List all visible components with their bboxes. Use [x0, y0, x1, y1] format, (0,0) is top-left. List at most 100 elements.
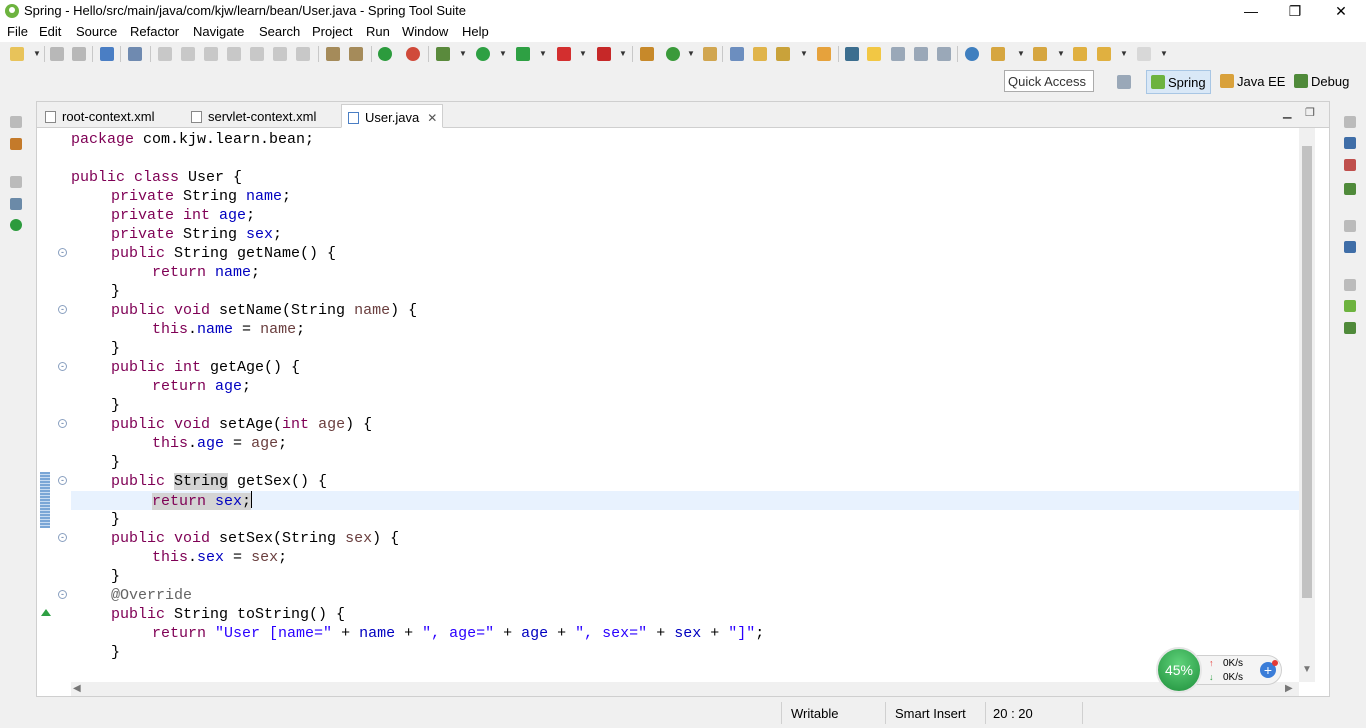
resume-icon[interactable] — [158, 47, 172, 61]
spring-boot-icon[interactable] — [406, 47, 420, 61]
suspend-icon[interactable] — [181, 47, 195, 61]
bug-icon[interactable] — [1344, 322, 1356, 334]
scroll-down-icon[interactable]: ▼ — [1302, 664, 1312, 675]
globe-icon[interactable] — [965, 47, 979, 61]
boot-dashboard-icon[interactable] — [10, 219, 22, 231]
fold-toggle[interactable]: - — [58, 419, 67, 428]
step-over-icon[interactable] — [273, 47, 287, 61]
new-icon[interactable] — [10, 47, 24, 61]
open-perspective-icon[interactable] — [1117, 75, 1131, 89]
print-icon[interactable] — [100, 47, 114, 61]
servers-icon[interactable] — [1344, 183, 1356, 195]
menu-edit[interactable]: Edit — [39, 24, 61, 39]
quick-diff-bar — [40, 472, 50, 528]
bug-icon[interactable] — [436, 47, 450, 61]
drop-frame-icon[interactable] — [326, 47, 340, 61]
tab-root-context-xml[interactable]: root-context.xml — [39, 104, 183, 128]
coverage-icon[interactable] — [516, 47, 530, 61]
maximize-view-icon[interactable]: ❐ — [1305, 106, 1315, 119]
menu-refactor[interactable]: Refactor — [130, 24, 179, 39]
toggle-mark-icon[interactable] — [845, 47, 859, 61]
power-icon[interactable] — [378, 47, 392, 61]
fold-toggle[interactable]: - — [58, 590, 67, 599]
web-icon[interactable] — [937, 47, 951, 61]
restore-icon[interactable] — [1344, 116, 1356, 128]
code-line: this.age = age; — [152, 435, 288, 452]
horizontal-scrollbar[interactable]: ◀ ▶ — [71, 682, 1299, 696]
menu-source[interactable]: Source — [76, 24, 117, 39]
fold-toggle[interactable]: - — [58, 248, 67, 257]
last-edit-icon[interactable] — [1073, 47, 1087, 61]
whitespace-icon[interactable] — [914, 47, 928, 61]
quick-access-field[interactable]: Quick Access — [1004, 70, 1094, 92]
perspective-spring[interactable]: Spring — [1146, 70, 1211, 94]
restore-icon[interactable] — [10, 116, 22, 128]
network-monitor-widget[interactable]: ↑ 0K/s ↓ 0K/s 45% + — [1156, 647, 1282, 693]
spring-explorer-icon[interactable] — [1344, 300, 1356, 312]
tab-servlet-context-xml[interactable]: servlet-context.xml — [185, 104, 339, 128]
fold-toggle[interactable]: - — [58, 305, 67, 314]
save-icon[interactable] — [50, 47, 64, 61]
debug-icon[interactable] — [128, 47, 142, 61]
menu-navigate[interactable]: Navigate — [193, 24, 244, 39]
step-into-icon[interactable] — [250, 47, 264, 61]
minimize-button[interactable]: — — [1228, 0, 1274, 22]
menu-file[interactable]: File — [7, 24, 28, 39]
perspective-java-ee[interactable]: Java EE — [1216, 70, 1289, 94]
next-annotation-icon[interactable] — [991, 47, 1005, 61]
stop-server-icon[interactable] — [557, 47, 571, 61]
forward-icon[interactable] — [1137, 47, 1151, 61]
code-area[interactable]: - - - - - - - package com.kjw.learn.bean… — [37, 128, 1299, 682]
close-tab-icon[interactable]: ✕ — [427, 111, 437, 125]
block-select-icon[interactable] — [891, 47, 905, 61]
menu-run[interactable]: Run — [366, 24, 390, 39]
scroll-right-icon[interactable]: ▶ — [1285, 683, 1293, 694]
fold-toggle[interactable]: - — [58, 362, 67, 371]
restore-icon[interactable] — [1344, 220, 1356, 232]
save-all-icon[interactable] — [72, 47, 86, 61]
menu-project[interactable]: Project — [312, 24, 352, 39]
menu-help[interactable]: Help — [462, 24, 489, 39]
console-icon[interactable] — [1344, 137, 1356, 149]
perspective-debug[interactable]: Debug — [1290, 70, 1353, 94]
outline-icon[interactable] — [10, 198, 22, 210]
problems-icon[interactable] — [1344, 159, 1356, 171]
run-icon[interactable] — [476, 47, 490, 61]
package-explorer-icon[interactable] — [10, 138, 22, 150]
close-button[interactable]: ✕ — [1318, 0, 1364, 22]
open-type-icon[interactable] — [730, 47, 744, 61]
tab-user-java[interactable]: User.java ✕ — [341, 104, 443, 128]
restore-button[interactable]: ❐ — [1272, 0, 1318, 22]
search-icon[interactable] — [776, 47, 790, 61]
restore-icon[interactable] — [10, 176, 22, 188]
new-class-icon[interactable] — [703, 47, 717, 61]
open-folder-icon[interactable] — [753, 47, 767, 61]
status-writable: Writable — [791, 706, 839, 721]
restore-icon[interactable] — [1344, 279, 1356, 291]
code-line: return name; — [152, 264, 261, 281]
external-tools-icon[interactable] — [597, 47, 611, 61]
refresh-icon[interactable] — [666, 47, 680, 61]
fold-toggle[interactable]: - — [58, 533, 67, 542]
code-line: private String sex; — [111, 226, 283, 243]
menu-search[interactable]: Search — [259, 24, 300, 39]
minimize-view-icon[interactable]: ▁ — [1283, 106, 1291, 119]
new-package-icon[interactable] — [640, 47, 654, 61]
memory-usage-gauge[interactable]: 45% — [1156, 647, 1202, 693]
task-list-icon[interactable] — [1344, 241, 1356, 253]
step-return-icon[interactable] — [296, 47, 310, 61]
disconnect-icon[interactable] — [227, 47, 241, 61]
menu-window[interactable]: Window — [402, 24, 448, 39]
fold-toggle[interactable]: - — [58, 476, 67, 485]
task-icon[interactable] — [817, 47, 831, 61]
scroll-left-icon[interactable]: ◀ — [73, 683, 81, 694]
prev-annotation-icon[interactable] — [1033, 47, 1047, 61]
override-marker-icon[interactable] — [41, 609, 51, 616]
vertical-scrollbar[interactable]: ▼ — [1299, 128, 1315, 682]
use-step-filters-icon[interactable] — [349, 47, 363, 61]
scrollbar-thumb[interactable] — [1302, 146, 1312, 598]
highlight-icon[interactable] — [867, 47, 881, 61]
status-insert-mode: Smart Insert — [895, 706, 966, 721]
stop-icon[interactable] — [204, 47, 218, 61]
back-icon[interactable] — [1097, 47, 1111, 61]
